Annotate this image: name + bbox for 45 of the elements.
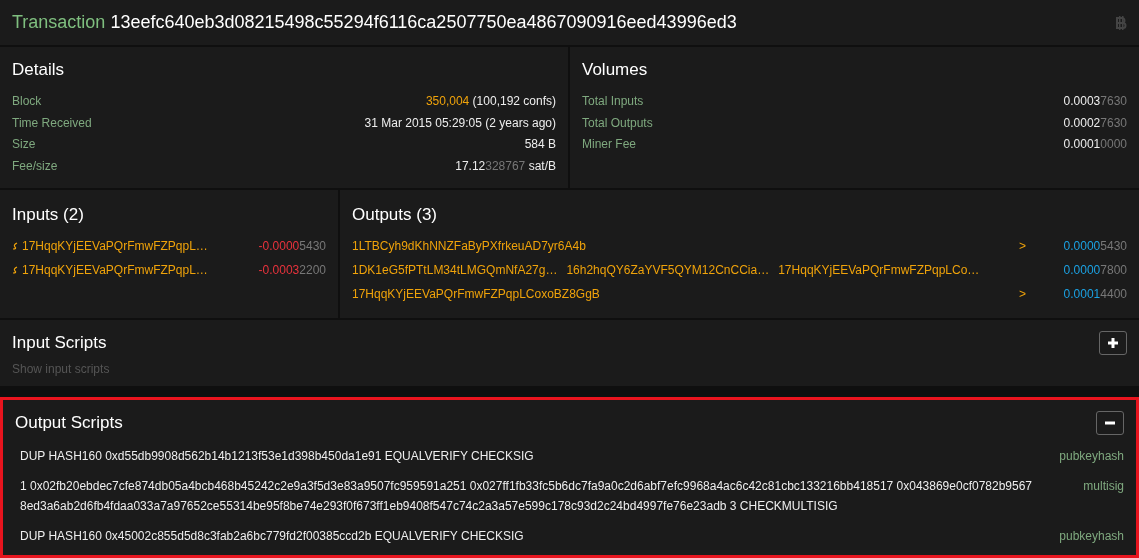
detail-value: 17.12328767 sat/B xyxy=(455,157,556,175)
arrow-link[interactable]: > xyxy=(1019,286,1026,301)
amount: 0.00005430 xyxy=(1063,238,1127,253)
address-link[interactable]: 17HqqKYjEEVaPQrFmwFZPqpLCoxoBZ8GgB xyxy=(352,284,600,303)
expand-button[interactable] xyxy=(1099,330,1127,355)
detail-value: 584 B xyxy=(524,136,556,154)
script-type: pubkeyhash xyxy=(1058,527,1124,545)
amount: -0.00005430 xyxy=(258,237,326,255)
amount: 0.00037630 xyxy=(1063,93,1127,111)
volume-label: Total Outputs xyxy=(582,114,653,132)
page-title: Transaction 13eefc640eb3d08215498c55294f6116ca2507750ea4867090916eed43996ed3 xyxy=(12,11,737,34)
script-type: pubkeyhash xyxy=(1058,447,1124,465)
detail-label: Time Received xyxy=(12,114,92,132)
volume-label: Total Inputs xyxy=(582,93,644,111)
volume-label: Miner Fee xyxy=(582,136,637,154)
section-title: Output Scripts xyxy=(15,412,123,434)
address-link[interactable]: 17HqqKYjEEVaPQrFmwFZPqpLCo… xyxy=(778,260,980,279)
script-text: DUP HASH160 0xd55db9908d562b14b1213f53e1d398b450da1e91 EQUALVERIFY CHECKSIG xyxy=(20,447,535,465)
amount: 0.00014400 xyxy=(1063,286,1127,301)
amount: 0.00010000 xyxy=(1063,136,1127,154)
section-title: Volumes xyxy=(582,59,649,81)
section-title: Outputs (3) xyxy=(352,204,439,226)
section-title: Inputs (2) xyxy=(12,204,85,226)
amount: 0.00027630 xyxy=(1063,114,1127,132)
address-link[interactable]: 1LTBCyh9dKhNNZFaByPXfrkeuAD7yr6A4b xyxy=(352,236,586,255)
address-link[interactable]: 16h2hqQY6ZaYVF5QYM12CnCCia… xyxy=(566,260,770,279)
detail-label: Size xyxy=(12,136,36,154)
script-text: 1 0x02fb20ebdec7cfe874db05a4bcb468b45242c2e9a3f5d3e83a9507fc959591a251 0x027ff1fb33fc5b6dc7fa9a0c2d6abf7efc9968a4ac6c42c81cbc133216bb418517 0x043869e0cf0782b95678ed3a6ab2d6fb4fdaa033a7a97652ce55314be95f8be74e293f0f673ff1eb9408f547c74c2a3a57e599c178c93d2c24bd4997fe76e23adb 3 CHECKMULTISIG xyxy=(20,477,1034,515)
collapse-button[interactable] xyxy=(1096,410,1124,435)
arrow-link[interactable]: > xyxy=(1019,238,1026,253)
address-link[interactable]: 17HqqKYjEEVaPQrFmwFZPqpL… xyxy=(22,236,208,255)
bitcoin-icon xyxy=(1115,15,1127,30)
detail-label: Block xyxy=(12,93,42,111)
detail-label: Fee/size xyxy=(12,157,58,175)
amount: 0.00007800 xyxy=(1063,262,1127,277)
detail-value: 350,004 (100,192 confs) xyxy=(425,93,556,111)
script-type: multisig xyxy=(1082,477,1124,495)
amount: -0.00032200 xyxy=(258,261,326,279)
address-link[interactable]: 17HqqKYjEEVaPQrFmwFZPqpL… xyxy=(22,260,208,279)
plus-icon xyxy=(1107,336,1119,349)
script-text: DUP HASH160 0x45002c855d5d8c3fab2a6bc779fd2f00385ccd2b EQUALVERIFY CHECKSIG xyxy=(20,527,525,545)
address-link[interactable]: 1DK1eG5fPTtLM34tLMGQmNfA27g… xyxy=(352,260,558,279)
detail-value: 31 Mar 2015 05:29:05 (2 years ago) xyxy=(364,114,556,132)
section-title: Input Scripts xyxy=(12,332,107,354)
section-title: Details xyxy=(12,59,65,81)
